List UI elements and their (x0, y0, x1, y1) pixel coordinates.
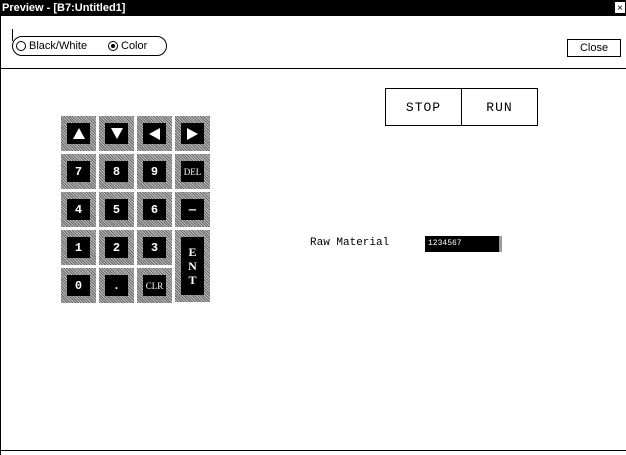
stop-button[interactable]: STOP (386, 89, 461, 125)
bottom-divider (1, 450, 626, 451)
close-button[interactable]: Close (567, 39, 621, 57)
title-bar: Preview - [B7:Untitled1] × (0, 0, 626, 16)
key-2[interactable]: 2 (99, 230, 134, 265)
window-title: Preview - [B7:Untitled1] (2, 2, 126, 14)
radio-black-white[interactable]: Black/White (16, 39, 87, 53)
key-minus[interactable]: — (175, 192, 210, 227)
key-0[interactable]: 0 (61, 268, 96, 303)
key-9[interactable]: 9 (137, 154, 172, 189)
left-arrow-icon (149, 127, 160, 140)
key-ent-letter: N (188, 259, 197, 273)
callout-line (0, 29, 13, 41)
key-left[interactable] (137, 116, 172, 151)
stop-run-switch: STOP RUN (385, 88, 538, 126)
radio-color[interactable]: Color (108, 39, 147, 53)
key-1[interactable]: 1 (61, 230, 96, 265)
toolbar-divider (1, 68, 626, 69)
radio-color-label: Color (121, 40, 148, 52)
key-dot[interactable]: . (99, 268, 134, 303)
radio-black-white-icon[interactable] (16, 41, 26, 51)
up-arrow-icon (72, 128, 85, 139)
right-arrow-icon (187, 127, 198, 140)
window-close-icon[interactable]: × (614, 1, 626, 14)
key-3[interactable]: 3 (137, 230, 172, 265)
key-right[interactable] (175, 116, 210, 151)
color-mode-group: Black/White Color (12, 36, 167, 56)
raw-material-field[interactable]: 1234567 (425, 236, 502, 252)
key-ent-letter: T (188, 273, 197, 287)
key-5[interactable]: 5 (99, 192, 134, 227)
key-7[interactable]: 7 (61, 154, 96, 189)
key-4[interactable]: 4 (61, 192, 96, 227)
key-down[interactable] (99, 116, 134, 151)
key-up[interactable] (61, 116, 96, 151)
numeric-keypad: 7 8 9 DEL 4 5 6 — 1 2 3 0 . CLR E N T (61, 116, 213, 308)
run-button[interactable]: RUN (461, 89, 537, 125)
window-left-border (0, 16, 1, 455)
key-6[interactable]: 6 (137, 192, 172, 227)
radio-color-icon[interactable] (108, 41, 118, 51)
raw-material-label: Raw Material (310, 237, 390, 249)
key-clr[interactable]: CLR (137, 268, 172, 303)
radio-black-white-label: Black/White (29, 40, 88, 52)
key-8[interactable]: 8 (99, 154, 134, 189)
key-ent[interactable]: E N T (175, 230, 210, 302)
down-arrow-icon (110, 128, 123, 139)
key-del[interactable]: DEL (175, 154, 210, 189)
key-ent-letter: E (188, 245, 197, 259)
